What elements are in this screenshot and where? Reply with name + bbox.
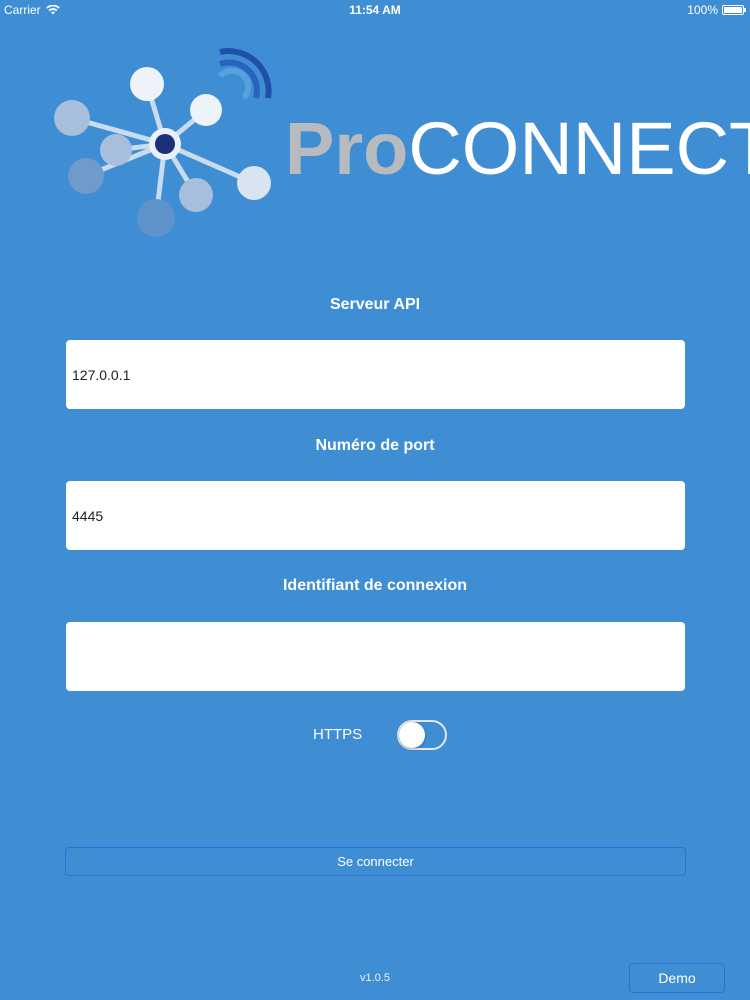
port-label: Numéro de port (315, 437, 435, 454)
logo-wordmark: ProCONNECT (285, 112, 750, 186)
server-input[interactable] (66, 340, 685, 409)
status-right: 100% (687, 3, 746, 17)
server-label: Serveur API (329, 296, 421, 313)
toggle-knob (399, 722, 425, 748)
port-input[interactable] (66, 481, 685, 550)
https-toggle[interactable] (397, 720, 447, 750)
https-row: HTTPS (0, 718, 750, 750)
logo-connect: CONNECT (408, 107, 750, 190)
login-input[interactable] (66, 622, 685, 691)
battery-icon (722, 5, 746, 15)
connect-button[interactable]: Se connecter (65, 847, 686, 876)
login-label: Identifiant de connexion (282, 577, 467, 594)
network-node-icon (54, 48, 272, 237)
battery-percent: 100% (687, 3, 718, 17)
proconnect-logo: ProCONNECT (40, 40, 750, 250)
https-label: HTTPS (313, 726, 363, 743)
logo-pro: Pro (285, 107, 409, 190)
demo-button[interactable]: Demo (629, 963, 725, 993)
status-bar: Carrier 11:54 AM 100% (0, 0, 750, 20)
status-time: 11:54 AM (349, 3, 401, 17)
